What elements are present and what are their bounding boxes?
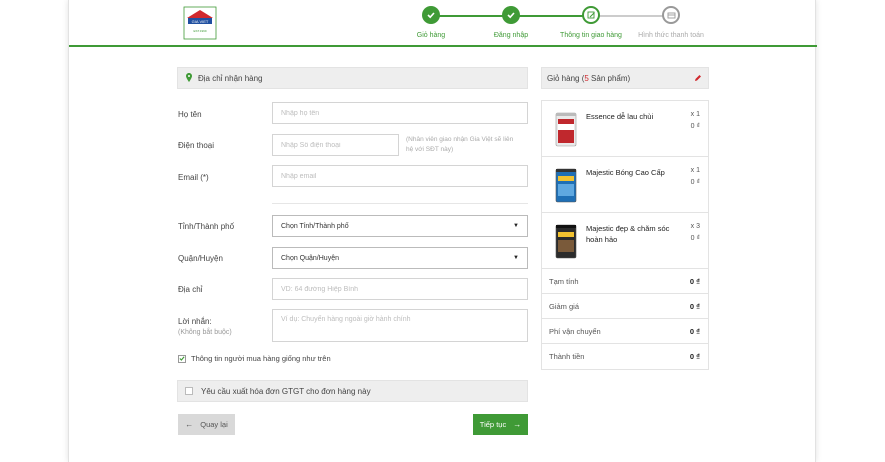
address-label: Địa chỉ	[178, 285, 203, 294]
message-label: Lời nhắn: (Không bắt buộc)	[178, 317, 232, 336]
subtotal-label: Tạm tính	[549, 277, 579, 286]
cart-item-name[interactable]: Majestic đẹp & chăm sóc hoàn hảo	[586, 223, 682, 245]
subtotal-value: 0 ₫	[689, 277, 700, 286]
cart-item-price: 0 ₫	[690, 179, 700, 186]
city-select[interactable]: Chọn Tỉnh/Thành phố ▼	[272, 215, 528, 237]
total-value: 0 ₫	[689, 352, 700, 361]
district-select[interactable]: Chọn Quận/Huyện ▼	[272, 247, 528, 269]
name-label: Họ tên	[178, 110, 202, 119]
shipping-address-header: Địa chỉ nhận hàng	[177, 67, 528, 89]
city-label: Tỉnh/Thành phố	[178, 222, 235, 231]
arrow-right-icon: →	[513, 420, 522, 429]
same-buyer-label: Thông tin người mua hàng giống như trên	[191, 354, 331, 363]
product-image	[554, 110, 578, 148]
checkout-header: GIA VIET EST.1999 Giỏ hàng Đăng nhập Thô…	[69, 0, 817, 47]
brand-logo[interactable]: GIA VIET EST.1999	[183, 6, 217, 40]
cart-title-suffix: Sản phẩm)	[588, 73, 631, 83]
step-payment[interactable]: Hình thức thanh toán	[631, 6, 711, 39]
dropdown-arrow-icon: ▼	[513, 223, 519, 229]
step-shipping-info[interactable]: Thông tin giao hàng	[551, 6, 631, 39]
message-optional-note: (Không bắt buộc)	[178, 329, 232, 336]
total-label: Thành tiền	[549, 352, 585, 361]
continue-button-label: Tiếp tục	[479, 420, 507, 429]
pencil-icon[interactable]	[694, 74, 702, 84]
cart-header: Giỏ hàng (5 Sản phẩm)	[541, 67, 709, 89]
step-label: Giỏ hàng	[416, 32, 446, 39]
vat-invoice-option[interactable]: Yêu cầu xuất hóa đơn GTGT cho đơn hàng n…	[177, 380, 528, 402]
arrow-left-icon: ←	[185, 420, 194, 429]
vat-checkbox[interactable]	[185, 387, 193, 395]
phone-input[interactable]	[272, 134, 399, 156]
step-login[interactable]: Đăng nhập	[471, 6, 551, 39]
same-buyer-checkbox[interactable]	[178, 354, 186, 363]
shipping-address-title: Địa chỉ nhận hàng	[198, 73, 263, 83]
district-select-value: Chọn Quận/Huyện	[281, 254, 339, 262]
product-image	[554, 166, 578, 204]
continue-button[interactable]: Tiếp tục →	[473, 414, 528, 435]
cart-item-qty: x 1	[690, 111, 700, 118]
product-image	[554, 222, 578, 260]
message-textarea[interactable]	[272, 309, 528, 342]
address-input[interactable]	[272, 278, 528, 300]
discount-label: Giảm giá	[549, 302, 580, 311]
discount-value: 0 ₫	[689, 302, 700, 311]
subtotal-row: Tạm tính 0 ₫	[542, 269, 708, 294]
phone-note: (Nhân viên giao nhận Gia Việt sẽ liên hệ…	[406, 136, 514, 153]
total-row: Thành tiền 0 ₫	[542, 344, 708, 369]
check-icon	[179, 356, 185, 361]
step-label: Đăng nhập	[493, 32, 529, 39]
cart-title: Giỏ hàng (5 Sản phẩm)	[547, 74, 630, 83]
step-label: Thông tin giao hàng	[560, 32, 622, 39]
form-divider	[272, 203, 528, 204]
city-select-value: Chọn Tỉnh/Thành phố	[281, 222, 349, 230]
discount-row: Giảm giá 0 ₫	[542, 294, 708, 319]
cart-item-price: 0 ₫	[690, 123, 700, 130]
map-pin-icon	[186, 72, 192, 84]
back-button-label: Quay lại	[200, 420, 228, 429]
check-icon	[502, 6, 520, 24]
cart-item-qty: x 1	[690, 167, 700, 174]
same-buyer-option[interactable]: Thông tin người mua hàng giống như trên	[178, 354, 331, 363]
vat-label: Yêu cầu xuất hóa đơn GTGT cho đơn hàng n…	[201, 386, 371, 396]
cart-item-price: 0 ₫	[690, 235, 700, 242]
cart-item-name[interactable]: Majestic Bóng Cao Cấp	[586, 167, 682, 178]
cart-item-qty: x 3	[690, 223, 700, 230]
cart-item[interactable]: Majestic đẹp & chăm sóc hoàn hảo x 3 0 ₫	[542, 213, 708, 269]
shipping-fee-label: Phí vận chuyển	[549, 327, 601, 336]
checkout-page: GIA VIET EST.1999 Giỏ hàng Đăng nhập Thô…	[68, 0, 817, 462]
shipping-fee-value: 0 ₫	[689, 327, 700, 336]
cart-item[interactable]: Majestic Bóng Cao Cấp x 1 0 ₫	[542, 157, 708, 213]
checkout-progress: Giỏ hàng Đăng nhập Thông tin giao hàng H…	[411, 6, 711, 44]
step-label: Hình thức thanh toán	[638, 32, 704, 39]
email-input[interactable]	[272, 165, 528, 187]
cart-title-prefix: Giỏ hàng (	[547, 73, 585, 83]
message-label-text: Lời nhắn:	[178, 317, 212, 326]
check-icon	[422, 6, 440, 24]
edit-icon	[582, 6, 600, 24]
shipping-fee-row: Phí vận chuyển 0 ₫	[542, 319, 708, 344]
cart-list: Essence dễ lau chùi x 1 0 ₫ Majestic Bón…	[541, 100, 709, 370]
name-input[interactable]	[272, 102, 528, 124]
step-cart[interactable]: Giỏ hàng	[391, 6, 471, 39]
card-icon	[662, 6, 680, 24]
email-label: Email (*)	[178, 173, 209, 182]
cart-item-name[interactable]: Essence dễ lau chùi	[586, 111, 682, 122]
back-button[interactable]: ← Quay lại	[178, 414, 235, 435]
district-label: Quận/Huyện	[178, 254, 223, 263]
cart-item[interactable]: Essence dễ lau chùi x 1 0 ₫	[542, 101, 708, 157]
svg-text:EST.1999: EST.1999	[193, 29, 206, 33]
phone-label: Điện thoại	[178, 141, 215, 150]
dropdown-arrow-icon: ▼	[513, 255, 519, 261]
svg-text:GIA VIET: GIA VIET	[192, 19, 209, 24]
